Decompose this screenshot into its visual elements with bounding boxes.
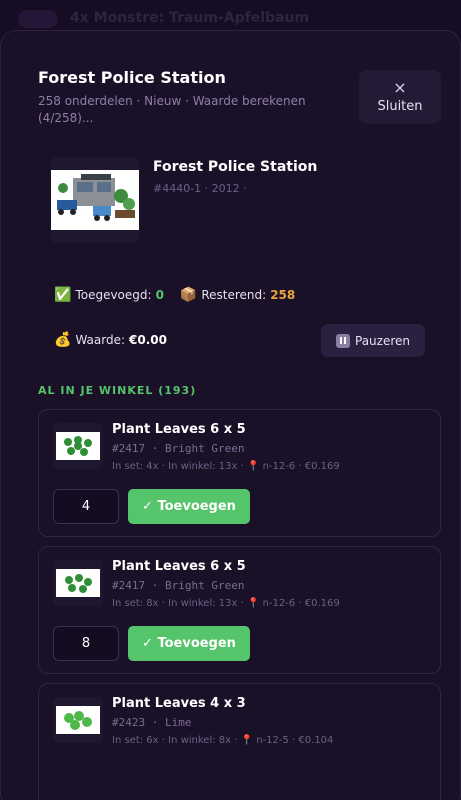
background-avatar bbox=[18, 10, 58, 28]
quantity-input[interactable] bbox=[53, 489, 119, 524]
part-meta: In set: 6x · In winkel: 8x · 📍 n-12-5 · … bbox=[112, 735, 334, 746]
set-meta: #4440-1 · 2012 · bbox=[153, 182, 247, 195]
part-code: #2417 · Bright Green bbox=[112, 579, 245, 592]
part-name: Plant Leaves 4 x 3 bbox=[112, 696, 246, 711]
part-code: #2423 · Lime bbox=[112, 716, 192, 729]
part-card: Plant Leaves 4 x 3 #2423 · Lime In set: … bbox=[38, 683, 441, 800]
close-button[interactable]: × Sluiten bbox=[359, 70, 441, 124]
part-meta: In set: 4x · In winkel: 13x · 📍 n-12-6 ·… bbox=[112, 461, 340, 472]
part-card: Plant Leaves 6 x 5 #2417 · Bright Green … bbox=[38, 546, 441, 674]
progress-stats: ✅ Toegevoegd: 0 📦 Resterend: 258 bbox=[54, 288, 295, 302]
set-name: Forest Police Station bbox=[153, 159, 318, 175]
set-card: Forest Police Station #4440-1 · 2012 · bbox=[38, 139, 441, 249]
money-bag-icon: 💰 bbox=[54, 332, 72, 348]
close-button-label: Sluiten bbox=[377, 99, 423, 114]
set-image bbox=[51, 157, 139, 243]
value-stat: 💰 Waarde: €0.00 bbox=[54, 333, 167, 347]
add-button[interactable]: ✓ Toevoegen bbox=[128, 626, 250, 661]
part-image bbox=[53, 560, 103, 606]
part-name: Plant Leaves 6 x 5 bbox=[112, 422, 246, 437]
add-button[interactable]: ✓ Toevoegen bbox=[128, 489, 250, 524]
close-icon: × bbox=[393, 78, 407, 97]
part-meta: In set: 8x · In winkel: 13x · 📍 n-12-6 ·… bbox=[112, 598, 340, 609]
remaining-label: Resterend: bbox=[201, 288, 267, 302]
added-label: Toegevoegd: bbox=[75, 288, 152, 302]
value-amount: €0.00 bbox=[129, 333, 167, 347]
part-code: #2417 · Bright Green bbox=[112, 442, 245, 455]
plant-leaves-icon bbox=[64, 711, 92, 730]
plant-leaves-icon bbox=[64, 436, 92, 456]
modal-title: Forest Police Station bbox=[38, 68, 226, 87]
part-name: Plant Leaves 6 x 5 bbox=[112, 559, 246, 574]
section-label: AL IN JE WINKEL (193) bbox=[38, 384, 197, 397]
value-label: Waarde: bbox=[75, 333, 126, 347]
part-card: Plant Leaves 6 x 5 #2417 · Bright Green … bbox=[38, 409, 441, 537]
remaining-stat: 📦 Resterend: 258 bbox=[180, 288, 295, 302]
pause-button-label: Pauzeren bbox=[355, 333, 410, 348]
pause-button[interactable]: Pauzeren bbox=[321, 324, 425, 357]
quantity-input[interactable] bbox=[53, 626, 119, 661]
remaining-count: 258 bbox=[270, 288, 296, 302]
background-title: 4x Monstre: Traum-Apfelbaum bbox=[70, 10, 310, 26]
pause-icon bbox=[336, 333, 350, 348]
modal-subtitle: 258 onderdelen · Nieuw · Waarde berekene… bbox=[38, 94, 306, 125]
check-box-icon: ✅ bbox=[54, 287, 72, 303]
added-count: 0 bbox=[155, 288, 164, 302]
package-icon: 📦 bbox=[179, 287, 198, 303]
added-stat: ✅ Toegevoegd: 0 bbox=[54, 288, 164, 302]
plant-leaves-icon bbox=[65, 574, 92, 593]
set-box-art-icon bbox=[51, 170, 139, 230]
part-image bbox=[53, 423, 103, 469]
part-image bbox=[53, 697, 103, 743]
set-import-modal: Forest Police Station 258 onderdelen · N… bbox=[0, 30, 461, 800]
